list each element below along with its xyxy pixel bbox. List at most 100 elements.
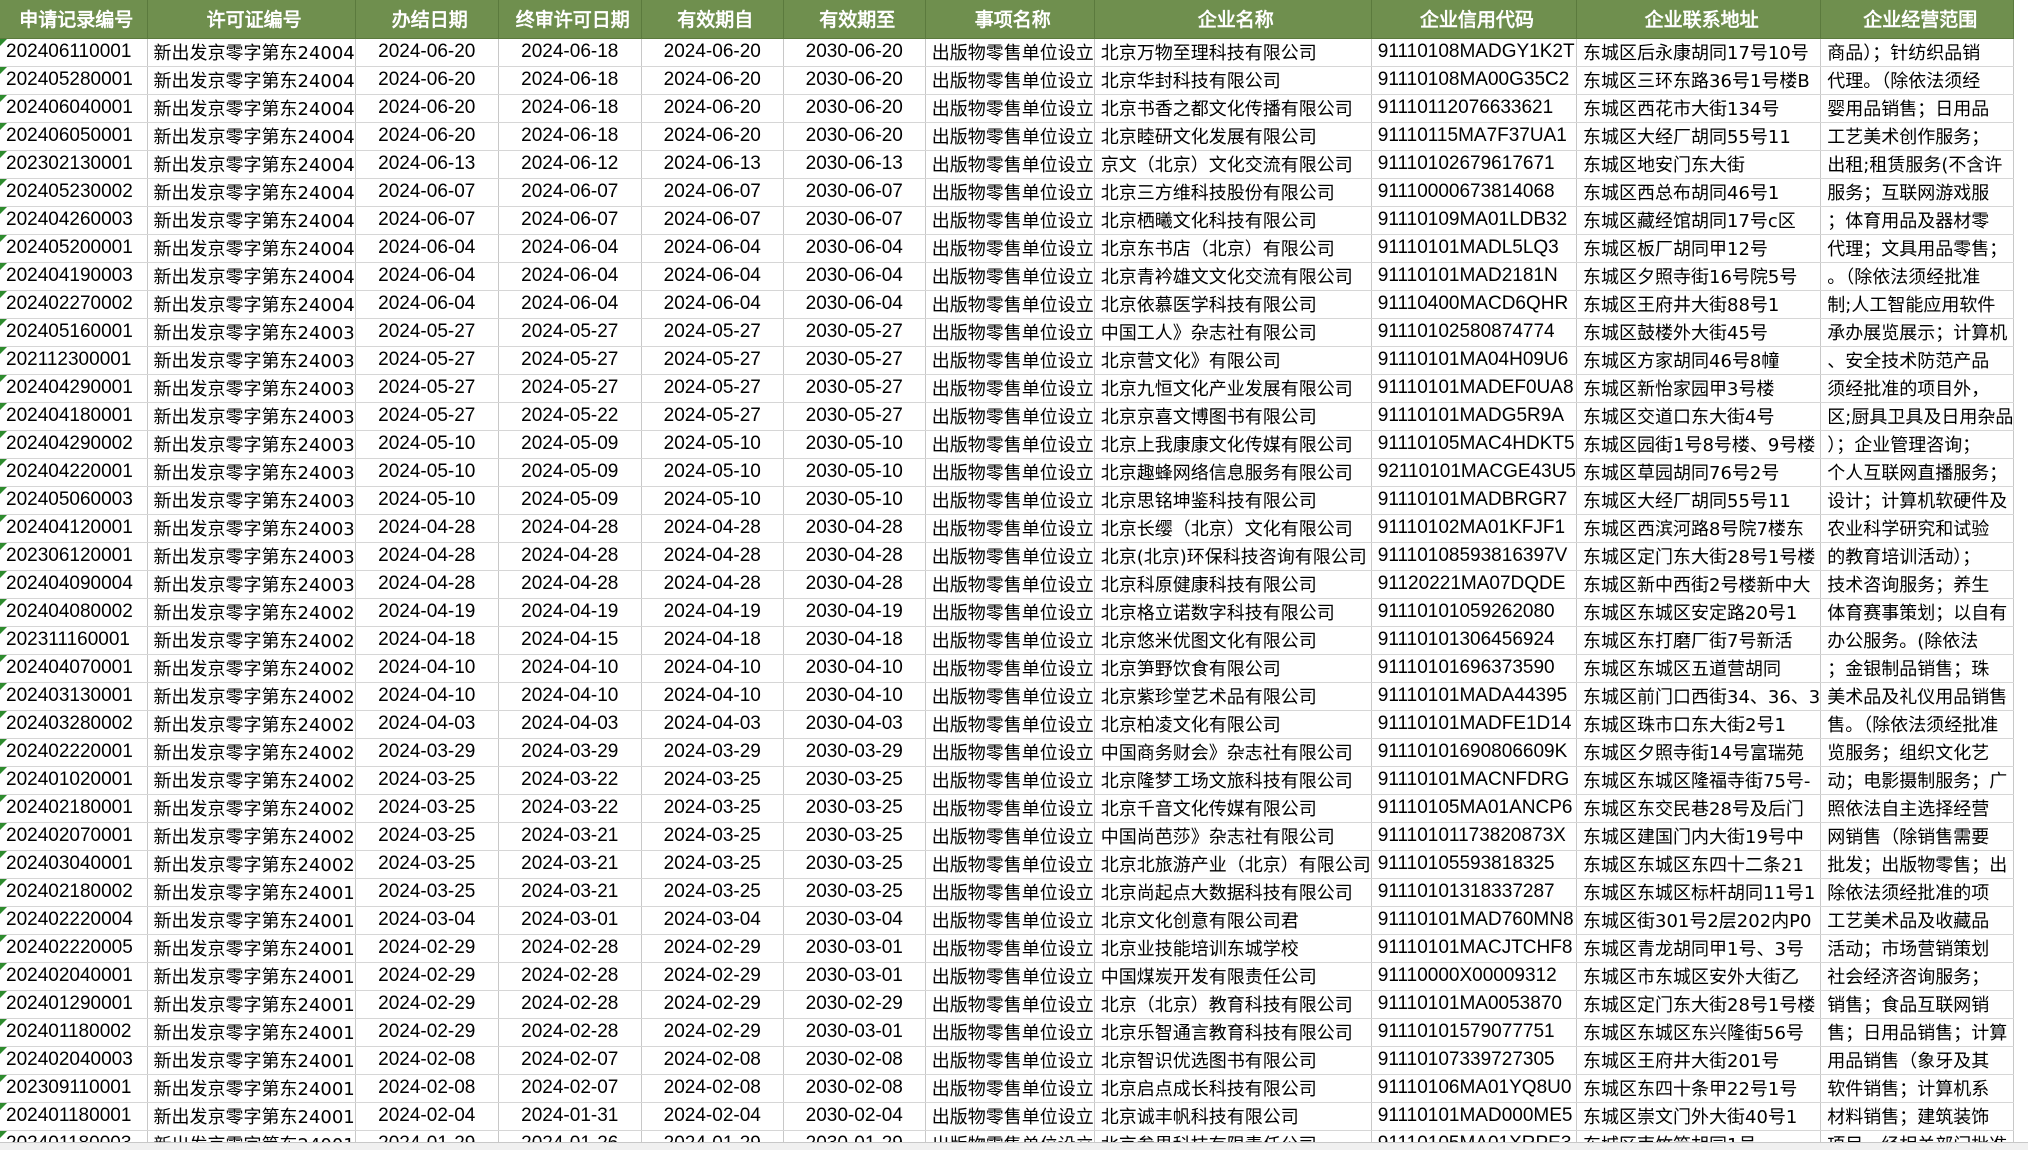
cell-business-scope[interactable]: 售。（除依法须经批准 [1820, 710, 2015, 739]
cell-completion-date[interactable]: 2024-04-10 [355, 682, 499, 711]
column-header-business-scope[interactable]: 企业经营范围 [1820, 0, 2015, 39]
cell-valid-from[interactable]: 2024-03-25 [641, 850, 784, 879]
cell-valid-from[interactable]: 2024-04-10 [641, 654, 784, 683]
cell-completion-date[interactable]: 2024-03-25 [355, 766, 499, 795]
cell-company-name[interactable]: 北京柏凌文化有限公司 [1094, 710, 1372, 739]
cell-application-id[interactable]: 202406040001 [0, 94, 148, 123]
cell-item-name[interactable]: 出版物零售单位设立 [925, 1046, 1095, 1075]
cell-license-number[interactable]: 新出发京零字第东24001 [147, 962, 356, 991]
cell-valid-from[interactable]: 2024-06-07 [641, 206, 784, 235]
cell-company-name[interactable]: 中国工人》杂志社有限公司 [1094, 318, 1372, 347]
cell-company-address[interactable]: 东城区东四十条甲22号1号 [1576, 1074, 1822, 1103]
cell-completion-date[interactable]: 2024-02-29 [355, 934, 499, 963]
cell-business-scope[interactable]: 服务；互联网游戏服 [1820, 178, 2015, 207]
cell-company-address[interactable]: 东城区前门口西街34、36、3 [1576, 682, 1822, 711]
cell-application-id[interactable]: 202112300001 [0, 346, 148, 375]
cell-company-address[interactable]: 东城区东城区安定路20号1 [1576, 598, 1822, 627]
cell-company-name[interactable]: 北京文化创意有限公司君 [1094, 906, 1372, 935]
cell-completion-date[interactable]: 2024-05-27 [355, 402, 499, 431]
cell-application-id[interactable]: 202404120001 [0, 514, 148, 543]
cell-valid-to[interactable]: 2030-03-25 [783, 794, 926, 823]
cell-item-name[interactable]: 出版物零售单位设立 [925, 150, 1095, 179]
cell-completion-date[interactable]: 2024-06-20 [355, 66, 499, 95]
cell-valid-from[interactable]: 2024-03-25 [641, 822, 784, 851]
cell-valid-from[interactable]: 2024-05-10 [641, 458, 784, 487]
cell-company-name[interactable]: 北京业技能培训东城学校 [1094, 934, 1372, 963]
cell-application-id[interactable]: 202402220001 [0, 738, 148, 767]
cell-application-id[interactable]: 202402220004 [0, 906, 148, 935]
cell-final-approval-date[interactable]: 2024-02-28 [498, 990, 642, 1019]
cell-company-name[interactable]: 北京万物至理科技有限公司 [1094, 38, 1372, 67]
cell-completion-date[interactable]: 2024-05-10 [355, 430, 499, 459]
cell-application-id[interactable]: 202404080002 [0, 598, 148, 627]
cell-company-name[interactable]: 北京诚丰帆科技有限公司 [1094, 1102, 1372, 1131]
cell-valid-to[interactable]: 2030-02-04 [783, 1102, 926, 1131]
cell-valid-to[interactable]: 2030-05-10 [783, 486, 926, 515]
cell-application-id[interactable]: 202404220001 [0, 458, 148, 487]
cell-application-id[interactable]: 202401180002 [0, 1018, 148, 1047]
cell-final-approval-date[interactable]: 2024-02-28 [498, 934, 642, 963]
cell-company-address[interactable]: 东城区市东城区安外大街乙 [1576, 962, 1822, 991]
cell-final-approval-date[interactable]: 2024-05-09 [498, 458, 642, 487]
cell-company-name[interactable]: 北京华封科技有限公司 [1094, 66, 1372, 95]
cell-completion-date[interactable]: 2024-03-25 [355, 850, 499, 879]
cell-company-name[interactable]: 北京东书店（北京）有限公司 [1094, 234, 1372, 263]
cell-credit-code[interactable]: 91110101MAD2181N [1371, 262, 1578, 291]
cell-company-address[interactable]: 东城区东城区标杆胡同11号1 [1576, 878, 1822, 907]
cell-application-id[interactable]: 202402180001 [0, 794, 148, 823]
cell-license-number[interactable]: 新出发京零字第东24004 [147, 38, 356, 67]
cell-company-address[interactable]: 东城区定门东大街28号1号楼 [1576, 990, 1822, 1019]
cell-company-name[interactable]: 北京紫珍堂艺术品有限公司 [1094, 682, 1372, 711]
cell-license-number[interactable]: 新出发京零字第东24003 [147, 346, 356, 375]
cell-license-number[interactable]: 新出发京零字第东24001 [147, 1102, 356, 1131]
cell-license-number[interactable]: 新出发京零字第东24002 [147, 710, 356, 739]
cell-item-name[interactable]: 出版物零售单位设立 [925, 738, 1095, 767]
cell-item-name[interactable]: 出版物零售单位设立 [925, 402, 1095, 431]
cell-credit-code[interactable]: 91110107339727305 [1371, 1046, 1578, 1075]
cell-license-number[interactable]: 新出发京零字第东24001 [147, 1046, 356, 1075]
cell-license-number[interactable]: 新出发京零字第东24002 [147, 766, 356, 795]
cell-valid-to[interactable]: 2030-03-29 [783, 738, 926, 767]
cell-valid-to[interactable]: 2030-05-10 [783, 430, 926, 459]
cell-final-approval-date[interactable]: 2024-06-18 [498, 38, 642, 67]
cell-company-name[interactable]: 北京栖曦文化科技有限公司 [1094, 206, 1372, 235]
cell-final-approval-date[interactable]: 2024-05-22 [498, 402, 642, 431]
cell-company-address[interactable]: 东城区东城区隆福寺街75号- [1576, 766, 1822, 795]
cell-final-approval-date[interactable]: 2024-04-19 [498, 598, 642, 627]
cell-company-name[interactable]: 北京笋野饮食有限公司 [1094, 654, 1372, 683]
cell-final-approval-date[interactable]: 2024-04-28 [498, 570, 642, 599]
cell-valid-to[interactable]: 2030-06-07 [783, 206, 926, 235]
cell-valid-from[interactable]: 2024-04-28 [641, 542, 784, 571]
cell-valid-to[interactable]: 2030-03-25 [783, 850, 926, 879]
cell-valid-to[interactable]: 2030-03-25 [783, 822, 926, 851]
cell-final-approval-date[interactable]: 2024-05-09 [498, 486, 642, 515]
cell-final-approval-date[interactable]: 2024-06-18 [498, 66, 642, 95]
cell-license-number[interactable]: 新出发京零字第东24003 [147, 374, 356, 403]
cell-company-address[interactable]: 东城区新中西街2号楼新中大 [1576, 570, 1822, 599]
cell-credit-code[interactable]: 91120221MA07DQDE [1371, 570, 1578, 599]
cell-completion-date[interactable]: 2024-04-03 [355, 710, 499, 739]
cell-final-approval-date[interactable]: 2024-04-15 [498, 626, 642, 655]
cell-business-scope[interactable]: 须经批准的项目外， [1820, 374, 2015, 403]
cell-company-name[interactable]: 中国尚芭莎》杂志社有限公司 [1094, 822, 1372, 851]
cell-application-id[interactable]: 202405200001 [0, 234, 148, 263]
column-header-company-address[interactable]: 企业联系地址 [1576, 0, 1822, 39]
cell-item-name[interactable]: 出版物零售单位设立 [925, 234, 1095, 263]
cell-license-number[interactable]: 新出发京零字第东24001 [147, 990, 356, 1019]
column-header-company-name[interactable]: 企业名称 [1094, 0, 1372, 39]
cell-final-approval-date[interactable]: 2024-03-01 [498, 906, 642, 935]
cell-application-id[interactable]: 202402180002 [0, 878, 148, 907]
cell-valid-to[interactable]: 2030-06-04 [783, 234, 926, 263]
cell-valid-from[interactable]: 2024-04-28 [641, 570, 784, 599]
cell-company-name[interactable]: 中国煤炭开发有限责任公司 [1094, 962, 1372, 991]
cell-license-number[interactable]: 新出发京零字第东24003 [147, 458, 356, 487]
cell-credit-code[interactable]: 91110102580874774 [1371, 318, 1578, 347]
cell-business-scope[interactable]: ；金银制品销售；珠 [1820, 654, 2015, 683]
cell-valid-to[interactable]: 2030-03-25 [783, 766, 926, 795]
cell-company-name[interactable]: 北京睦研文化发展有限公司 [1094, 122, 1372, 151]
cell-company-address[interactable]: 东城区板厂胡同甲12号 [1576, 234, 1822, 263]
cell-company-name[interactable]: 北京依慕医学科技有限公司 [1094, 290, 1372, 319]
cell-company-name[interactable]: 北京智识优选图书有限公司 [1094, 1046, 1372, 1075]
cell-company-address[interactable]: 东城区三环东路36号1号楼B [1576, 66, 1822, 95]
cell-company-address[interactable]: 东城区方家胡同46号8幢 [1576, 346, 1822, 375]
